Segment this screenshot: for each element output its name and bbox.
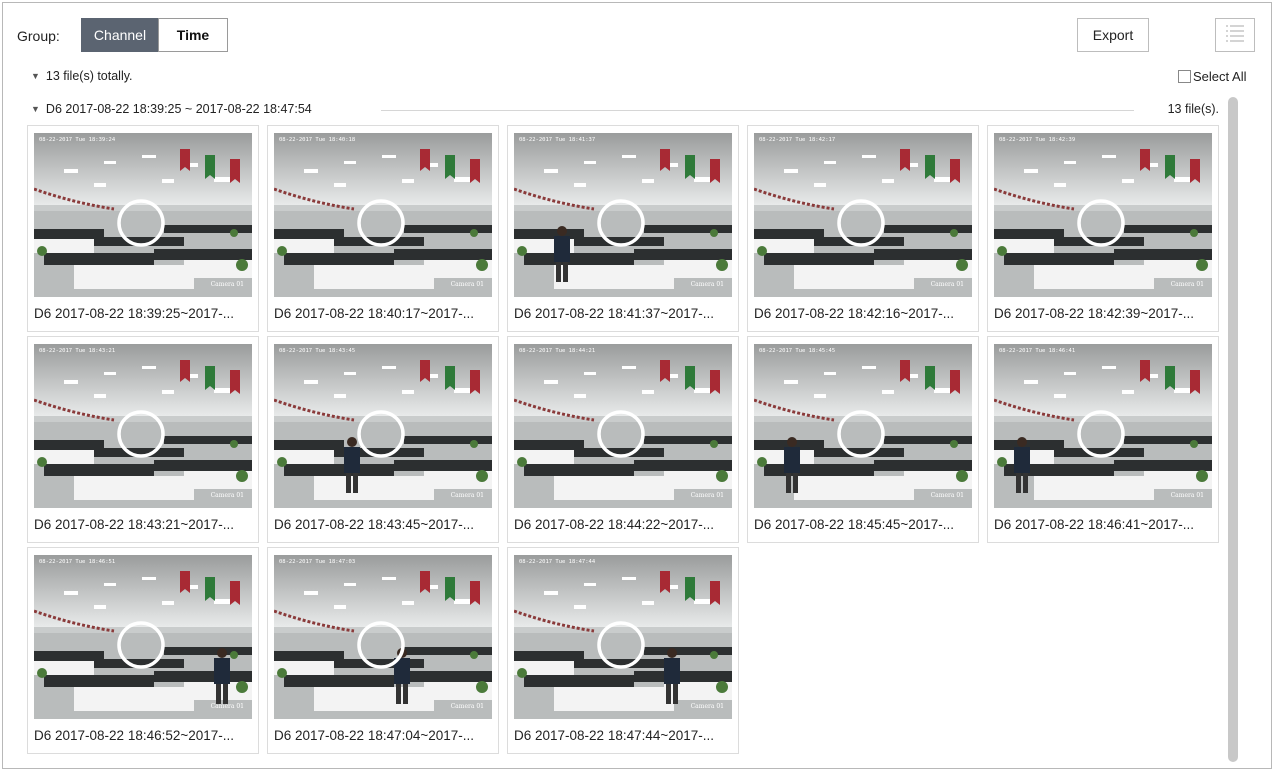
file-caption: D6 2017-08-22 18:42:39~2017-... [994, 306, 1195, 321]
osd-camera-label: Camera 01 [690, 492, 724, 499]
file-tile[interactable]: 08-22-2017 Tue 18:42:39 Camera 01 D6 2017-… [987, 125, 1219, 332]
play-circle-icon [119, 404, 163, 448]
file-tile[interactable]: 08-22-2017 Tue 18:46:51 Camera 01 D6 2017-… [27, 547, 259, 754]
collapse-triangle-icon: ▼ [31, 71, 40, 81]
file-browser-panel: Group: Channel Time Export ▼ 13 file(s) t… [2, 2, 1272, 769]
list-view-button[interactable] [1215, 18, 1255, 52]
file-tile[interactable]: 08-22-2017 Tue 18:45:45 Camera 01 D6 2017-… [747, 336, 979, 543]
vertical-scrollbar[interactable] [1228, 97, 1238, 762]
play-circle-icon [119, 193, 163, 237]
file-tile[interactable]: 08-22-2017 Tue 18:40:18 Camera 01 D6 2017-… [267, 125, 499, 332]
checkbox-icon [1178, 70, 1191, 83]
group-file-count: 13 file(s). [1167, 102, 1219, 116]
group-divider [381, 110, 1134, 111]
file-caption: D6 2017-08-22 18:40:17~2017-... [274, 306, 475, 321]
file-tile[interactable]: 08-22-2017 Tue 18:46:41 Camera 01 D6 2017-… [987, 336, 1219, 543]
list-view-icon [1225, 23, 1245, 48]
select-all-label: Select All [1193, 69, 1247, 84]
video-thumbnail[interactable]: 08-22-2017 Tue 18:42:17 Camera 01 [754, 133, 972, 297]
play-circle-icon [839, 404, 883, 448]
file-caption: D6 2017-08-22 18:46:41~2017-... [994, 517, 1195, 532]
osd-timestamp: 08-22-2017 Tue 18:39:24 [39, 137, 116, 143]
play-circle-icon [359, 615, 403, 659]
video-thumbnail[interactable]: 08-22-2017 Tue 18:39:24 Camera 01 [34, 133, 252, 297]
osd-timestamp: 08-22-2017 Tue 18:43:45 [279, 348, 356, 354]
osd-timestamp: 08-22-2017 Tue 18:45:45 [759, 348, 836, 354]
osd-timestamp: 08-22-2017 Tue 18:40:18 [279, 137, 356, 143]
osd-timestamp: 08-22-2017 Tue 18:47:44 [519, 559, 596, 565]
toolbar: Group: Channel Time Export [3, 3, 1271, 159]
export-button[interactable]: Export [1077, 18, 1149, 52]
file-tile[interactable]: 08-22-2017 Tue 18:41:37 Camera 01 D6 2017-… [507, 125, 739, 332]
file-caption: D6 2017-08-22 18:47:04~2017-... [274, 728, 475, 743]
video-thumbnail[interactable]: 08-22-2017 Tue 18:40:18 Camera 01 [274, 133, 492, 297]
osd-camera-label: Camera 01 [450, 492, 484, 499]
osd-camera-label: Camera 01 [930, 281, 964, 288]
osd-timestamp: 08-22-2017 Tue 18:43:21 [39, 348, 116, 354]
osd-camera-label: Camera 01 [210, 281, 244, 288]
group-header[interactable]: ▼ D6 2017-08-22 18:39:25 ~ 2017-08-22 18:… [31, 102, 1219, 118]
play-circle-icon [359, 193, 403, 237]
osd-camera-label: Camera 01 [1170, 492, 1204, 499]
play-circle-icon [839, 193, 883, 237]
file-tile[interactable]: 08-22-2017 Tue 18:39:24 Camera 01 D6 2017-… [27, 125, 259, 332]
play-circle-icon [119, 615, 163, 659]
osd-timestamp: 08-22-2017 Tue 18:42:17 [759, 137, 836, 143]
osd-camera-label: Camera 01 [450, 281, 484, 288]
file-tile[interactable]: 08-22-2017 Tue 18:47:44 Camera 01 D6 2017-… [507, 547, 739, 754]
osd-timestamp: 08-22-2017 Tue 18:41:37 [519, 137, 596, 143]
play-circle-icon [359, 404, 403, 448]
file-tile[interactable]: 08-22-2017 Tue 18:47:03 Camera 01 D6 2017-… [267, 547, 499, 754]
video-thumbnail[interactable]: 08-22-2017 Tue 18:47:44 Camera 01 [514, 555, 732, 719]
file-caption: D6 2017-08-22 18:41:37~2017-... [514, 306, 715, 321]
group-label: Group: [17, 28, 60, 44]
select-all-checkbox[interactable]: Select All [1178, 69, 1246, 84]
video-thumbnail[interactable]: 08-22-2017 Tue 18:46:51 Camera 01 [34, 555, 252, 719]
collapse-triangle-icon: ▼ [31, 104, 40, 114]
osd-camera-label: Camera 01 [1170, 281, 1204, 288]
osd-camera-label: Camera 01 [210, 703, 244, 710]
file-caption: D6 2017-08-22 18:43:45~2017-... [274, 517, 475, 532]
osd-camera-label: Camera 01 [210, 492, 244, 499]
video-thumbnail[interactable]: 08-22-2017 Tue 18:46:41 Camera 01 [994, 344, 1212, 508]
video-thumbnail[interactable]: 08-22-2017 Tue 18:42:39 Camera 01 [994, 133, 1212, 297]
osd-timestamp: 08-22-2017 Tue 18:47:03 [279, 559, 356, 565]
summary-text: 13 file(s) totally. [45, 69, 133, 83]
file-tile[interactable]: 08-22-2017 Tue 18:44:21 Camera 01 D6 2017-… [507, 336, 739, 543]
file-caption: D6 2017-08-22 18:47:44~2017-... [514, 728, 715, 743]
file-caption: D6 2017-08-22 18:39:25~2017-... [34, 306, 235, 321]
osd-timestamp: 08-22-2017 Tue 18:42:39 [999, 137, 1076, 143]
play-circle-icon [599, 615, 643, 659]
osd-camera-label: Camera 01 [450, 703, 484, 710]
video-thumbnail[interactable]: 08-22-2017 Tue 18:44:21 Camera 01 [514, 344, 732, 508]
osd-camera-label: Camera 01 [690, 703, 724, 710]
file-caption: D6 2017-08-22 18:43:21~2017-... [34, 517, 235, 532]
file-caption: D6 2017-08-22 18:45:45~2017-... [754, 517, 955, 532]
video-thumbnail[interactable]: 08-22-2017 Tue 18:43:21 Camera 01 [34, 344, 252, 508]
osd-timestamp: 08-22-2017 Tue 18:46:41 [999, 348, 1076, 354]
osd-timestamp: 08-22-2017 Tue 18:46:51 [39, 559, 116, 565]
file-caption: D6 2017-08-22 18:42:16~2017-... [754, 306, 955, 321]
file-tile[interactable]: 08-22-2017 Tue 18:42:17 Camera 01 D6 2017-… [747, 125, 979, 332]
play-circle-icon [599, 404, 643, 448]
file-tile[interactable]: 08-22-2017 Tue 18:43:21 Camera 01 D6 2017-… [27, 336, 259, 543]
video-thumbnail[interactable]: 08-22-2017 Tue 18:47:03 Camera 01 [274, 555, 492, 719]
osd-camera-label: Camera 01 [690, 281, 724, 288]
play-circle-icon [1079, 193, 1123, 237]
file-caption: D6 2017-08-22 18:46:52~2017-... [34, 728, 235, 743]
play-circle-icon [1079, 404, 1123, 448]
group-by-time-button[interactable]: Time [158, 18, 228, 52]
video-thumbnail[interactable]: 08-22-2017 Tue 18:41:37 Camera 01 [514, 133, 732, 297]
osd-camera-label: Camera 01 [930, 492, 964, 499]
summary-toggle[interactable]: ▼ 13 file(s) totally. [31, 69, 133, 83]
video-thumbnail[interactable]: 08-22-2017 Tue 18:45:45 Camera 01 [754, 344, 972, 508]
osd-timestamp: 08-22-2017 Tue 18:44:21 [519, 348, 596, 354]
group-title: ▼ D6 2017-08-22 18:39:25 ~ 2017-08-22 18:… [31, 102, 326, 116]
file-tile[interactable]: 08-22-2017 Tue 18:43:45 Camera 01 D6 2017-… [267, 336, 499, 543]
play-circle-icon [599, 193, 643, 237]
file-caption: D6 2017-08-22 18:44:22~2017-... [514, 517, 715, 532]
video-thumbnail[interactable]: 08-22-2017 Tue 18:43:45 Camera 01 [274, 344, 492, 508]
group-by-channel-button[interactable]: Channel [81, 18, 159, 52]
